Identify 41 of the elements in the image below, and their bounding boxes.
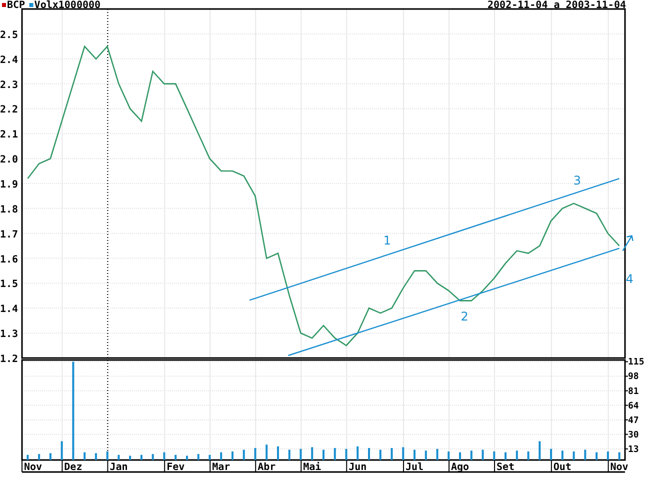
wave-label: 1 — [383, 233, 392, 248]
axis-label: 98 — [628, 372, 639, 382]
wave-label: 3 — [573, 174, 582, 188]
wave-label: 4 — [626, 272, 634, 286]
legend-label: BCP — [7, 0, 26, 11]
axis-label: 2.4 — [0, 54, 18, 66]
axis-label: 2.5 — [0, 30, 18, 41]
axis-label: 1.2 — [0, 354, 18, 365]
axis-label: 1.7 — [0, 229, 18, 240]
month-label: Dez — [64, 462, 82, 473]
axis-label: 2.1 — [0, 130, 18, 141]
month-label: Jun — [348, 462, 367, 473]
axis-label: 64 — [628, 401, 639, 412]
month-label: Nov — [610, 462, 628, 473]
axis-label: 81 — [628, 386, 639, 397]
month-label: Set — [496, 462, 515, 473]
axis-label: 13 — [628, 444, 639, 455]
axis-label: 1.4 — [0, 304, 18, 316]
month-label: Jul — [406, 462, 424, 473]
month-label: Mar — [212, 462, 230, 473]
axis-label: 1.5 — [0, 279, 18, 290]
axis-label: 2.0 — [0, 154, 18, 166]
month-label: Nov — [24, 462, 42, 473]
axis-label: 2.2 — [0, 104, 18, 116]
axis-label: 30 — [628, 430, 639, 440]
month-label: Mai — [303, 462, 322, 473]
month-label: Fev — [166, 462, 185, 473]
axis-label: 2.3 — [0, 80, 18, 91]
axis-label: 1.6 — [0, 254, 18, 266]
axis-label: 1.9 — [0, 180, 18, 190]
axis-label: 1.8 — [0, 204, 18, 216]
date-range: 2002-11-04 a 2003-11-04 — [488, 0, 626, 11]
wave-label: 2 — [460, 310, 468, 324]
month-label: Out — [553, 462, 572, 473]
legend-label: Volx1000000 — [34, 0, 101, 11]
month-label: Ago — [451, 462, 470, 473]
axis-label: 47 — [628, 416, 639, 426]
month-label: Abr — [258, 462, 276, 473]
month-label: Jan — [110, 462, 128, 473]
axis-label: 115 — [628, 358, 644, 368]
axis-label: 1.3 — [0, 329, 18, 340]
